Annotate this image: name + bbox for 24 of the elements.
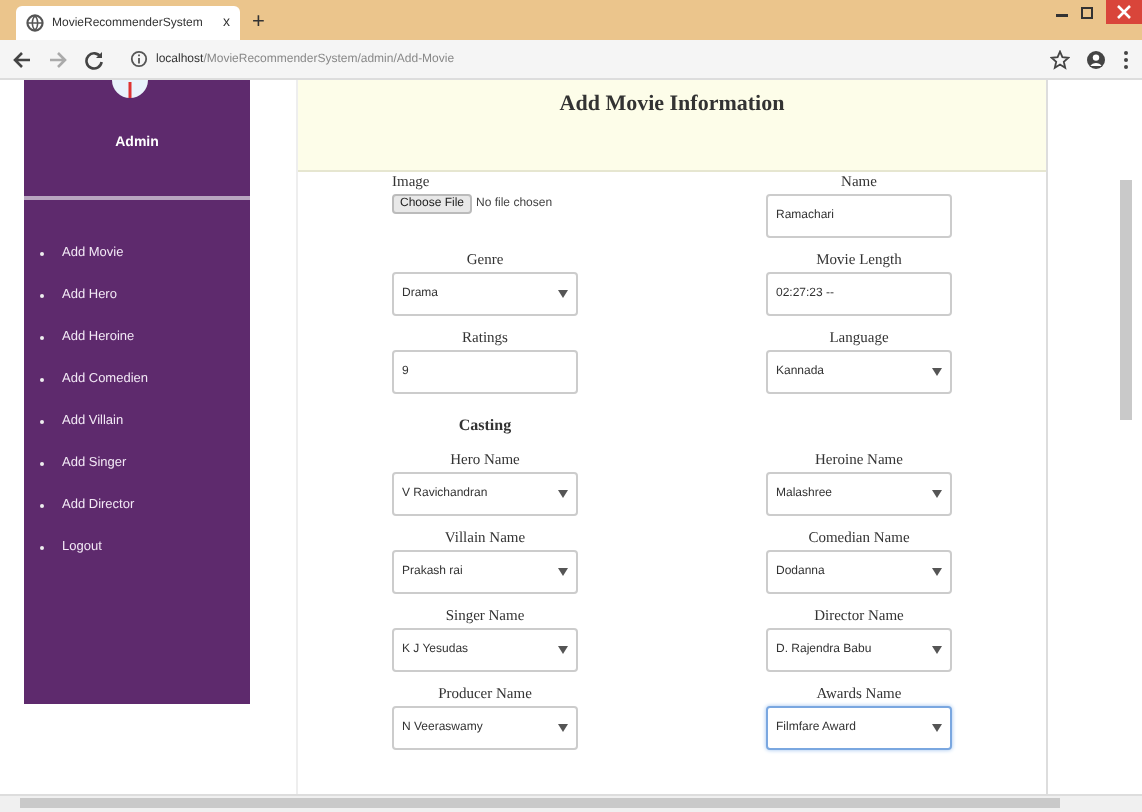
new-tab-button[interactable]: + bbox=[252, 10, 265, 34]
reload-icon[interactable] bbox=[84, 49, 104, 69]
caret-icon bbox=[558, 646, 568, 654]
caret-icon bbox=[932, 490, 942, 498]
restore-icon[interactable] bbox=[1080, 4, 1096, 20]
back-icon[interactable] bbox=[12, 49, 32, 69]
page-title: Add Movie Information bbox=[559, 92, 785, 116]
caret-icon bbox=[558, 724, 568, 732]
account-icon[interactable] bbox=[1086, 49, 1106, 69]
caret-icon bbox=[558, 568, 568, 576]
caret-icon bbox=[932, 368, 942, 376]
caret-icon bbox=[558, 490, 568, 498]
scrollbar-thumb[interactable] bbox=[20, 798, 1060, 808]
globe-icon bbox=[26, 14, 44, 32]
star-icon[interactable] bbox=[1050, 49, 1070, 69]
menu-icon[interactable] bbox=[1122, 49, 1130, 69]
caret-icon bbox=[558, 290, 568, 298]
caret-icon bbox=[932, 646, 942, 654]
caret-icon bbox=[932, 568, 942, 576]
section-heading: Casting bbox=[458, 416, 512, 434]
scrollbar-thumb[interactable] bbox=[1120, 180, 1132, 420]
info-icon bbox=[130, 50, 148, 68]
close-icon[interactable] bbox=[1106, 0, 1142, 24]
caret-icon bbox=[932, 724, 942, 732]
